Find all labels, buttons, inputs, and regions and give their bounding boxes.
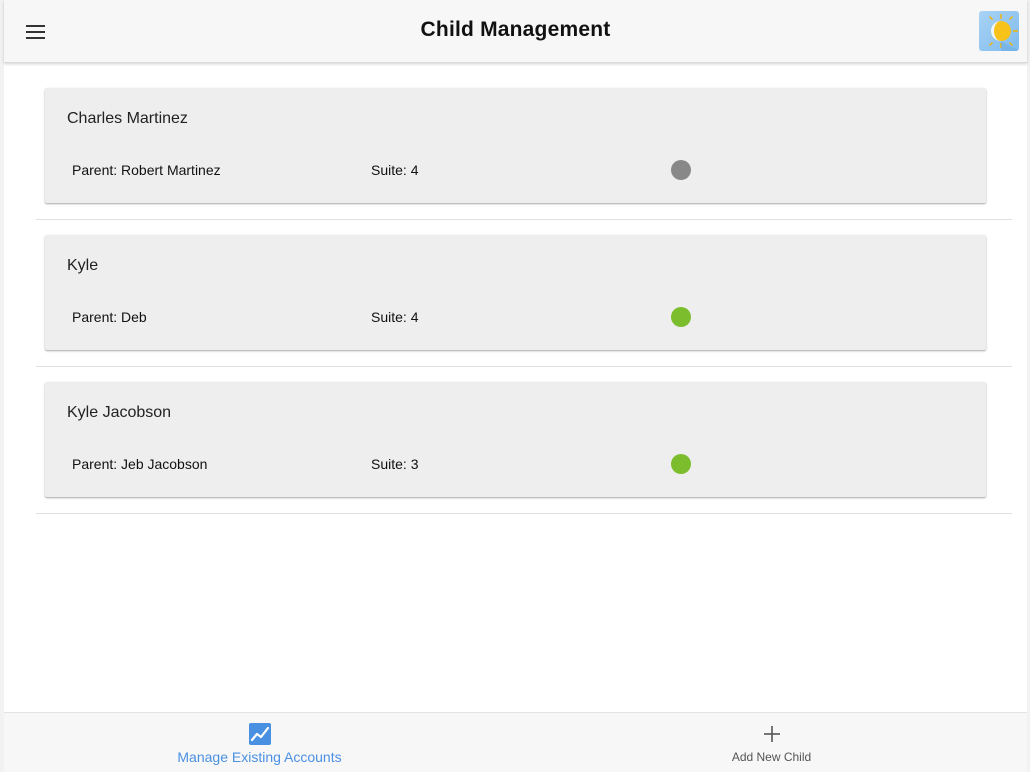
tab-label: Add New Child bbox=[731, 750, 812, 764]
tab-label: Manage Existing Accounts bbox=[177, 749, 342, 765]
suite-number: Suite: 4 bbox=[371, 309, 419, 325]
child-name: Kyle bbox=[67, 257, 99, 274]
top-app-bar: Child Management bbox=[4, 0, 1027, 63]
parent-name: Parent: Jeb Jacobson bbox=[72, 456, 208, 472]
parent-name: Parent: Deb bbox=[72, 309, 147, 325]
suite-number: Suite: 3 bbox=[371, 456, 419, 472]
child-name: Charles Martinez bbox=[67, 110, 188, 127]
plus-icon bbox=[761, 723, 783, 745]
tab-manage-existing-accounts[interactable]: Manage Existing Accounts bbox=[4, 713, 515, 772]
sun-moon-logo-icon[interactable] bbox=[979, 11, 1019, 51]
tab-add-new-child[interactable]: Add New Child bbox=[516, 713, 1027, 772]
app-window: Child Management Charles Martinez Parent… bbox=[0, 0, 1030, 772]
suite-number: Suite: 4 bbox=[371, 162, 419, 178]
status-indicator bbox=[671, 160, 691, 180]
child-card[interactable]: Charles Martinez Parent: Robert Martinez… bbox=[45, 88, 986, 203]
status-indicator bbox=[671, 307, 691, 327]
children-list: Charles Martinez Parent: Robert Martinez… bbox=[36, 73, 1012, 514]
list-item: Kyle Jacobson Parent: Jeb Jacobson Suite… bbox=[36, 367, 1012, 514]
child-name: Kyle Jacobson bbox=[67, 404, 172, 421]
list-item: Kyle Parent: Deb Suite: 4 bbox=[36, 220, 1012, 367]
list-item: Charles Martinez Parent: Robert Martinez… bbox=[36, 73, 1012, 220]
status-indicator bbox=[671, 454, 691, 474]
chart-line-icon bbox=[248, 723, 271, 745]
bottom-navigation: Manage Existing Accounts Add New Child bbox=[4, 712, 1027, 772]
child-card[interactable]: Kyle Parent: Deb Suite: 4 bbox=[45, 235, 986, 350]
page-title: Child Management bbox=[420, 18, 611, 41]
parent-name: Parent: Robert Martinez bbox=[72, 162, 221, 178]
child-card[interactable]: Kyle Jacobson Parent: Jeb Jacobson Suite… bbox=[45, 382, 986, 497]
